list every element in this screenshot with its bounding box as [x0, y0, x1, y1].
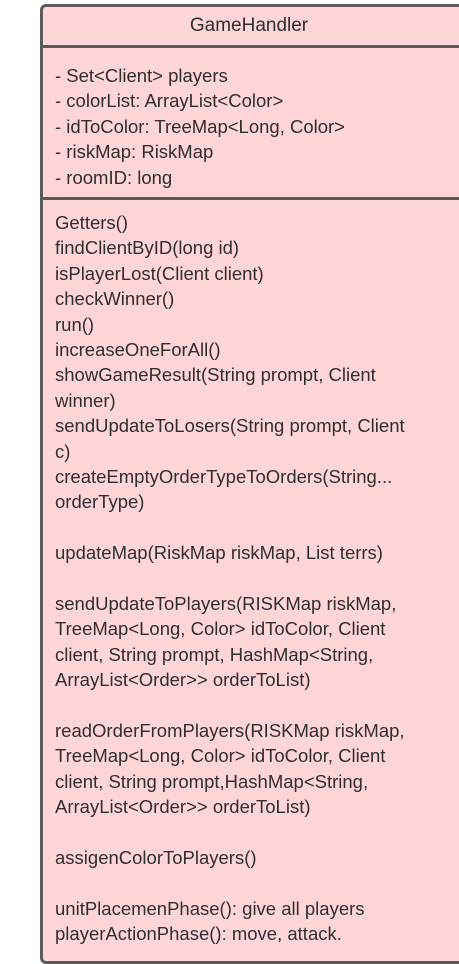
method-line: ArrayList<Order>> orderToList): [55, 796, 311, 818]
method-line: sendUpdateToPlayers(RISKMap riskMap,: [55, 593, 397, 615]
method-line: TreeMap<Long, Color> idToColor, Client: [55, 745, 386, 767]
uml-class-box: GameHandler - Set<Client> players - color…: [40, 4, 459, 964]
attribute-line: - colorList: ArrayList<Color>: [55, 90, 284, 112]
attributes-compartment: - Set<Client> players - colorList: ArrayL…: [43, 48, 459, 200]
method-line: playerActionPhase(): move, attack.: [55, 923, 342, 945]
method-line: isPlayerLost(Client client): [55, 262, 264, 284]
method-line: increaseOneForAll(): [55, 339, 221, 361]
method-line: sendUpdateToLosers(String prompt, Client: [55, 415, 405, 437]
method-spacer: [55, 515, 459, 540]
attribute-line: - roomID: long: [55, 166, 173, 188]
method-line: findClientByID(long id): [55, 237, 240, 259]
method-line: readOrderFromPlayers(RISKMap riskMap,: [55, 720, 405, 742]
method-line: run(): [55, 313, 95, 335]
method-line: updateMap(RiskMap riskMap, List terrs): [55, 542, 383, 564]
method-line: showGameResult(String prompt, Client: [55, 364, 376, 386]
method-spacer: [55, 820, 459, 845]
method-line: c): [55, 440, 71, 462]
method-line: checkWinner(): [55, 288, 175, 310]
class-name: GameHandler: [43, 7, 459, 48]
method-line: client, String prompt,HashMap<String,: [55, 770, 369, 792]
method-spacer: [55, 566, 459, 591]
attribute-line: - riskMap: RiskMap: [55, 141, 214, 163]
method-line: client, String prompt, HashMap<String,: [55, 643, 374, 665]
method-line: orderType): [55, 491, 145, 513]
method-line: ArrayList<Order>> orderToList): [55, 669, 311, 691]
method-line: assigenColorToPlayers(): [55, 847, 257, 869]
method-line: winner): [55, 389, 116, 411]
method-line: unitPlacemenPhase(): give all players: [55, 897, 365, 919]
method-spacer: [55, 693, 459, 718]
methods-compartment: Getters() findClientByID(long id) isPlayer…: [43, 200, 459, 947]
method-line: Getters(): [55, 212, 128, 233]
attribute-line: - Set<Client> players: [55, 65, 228, 86]
method-line: TreeMap<Long, Color> idToColor, Client: [55, 618, 386, 640]
method-line: createEmptyOrderTypeToOrders(String...: [55, 466, 393, 488]
method-spacer: [55, 871, 459, 896]
attribute-line: - idToColor: TreeMap<Long, Color>: [55, 115, 345, 137]
